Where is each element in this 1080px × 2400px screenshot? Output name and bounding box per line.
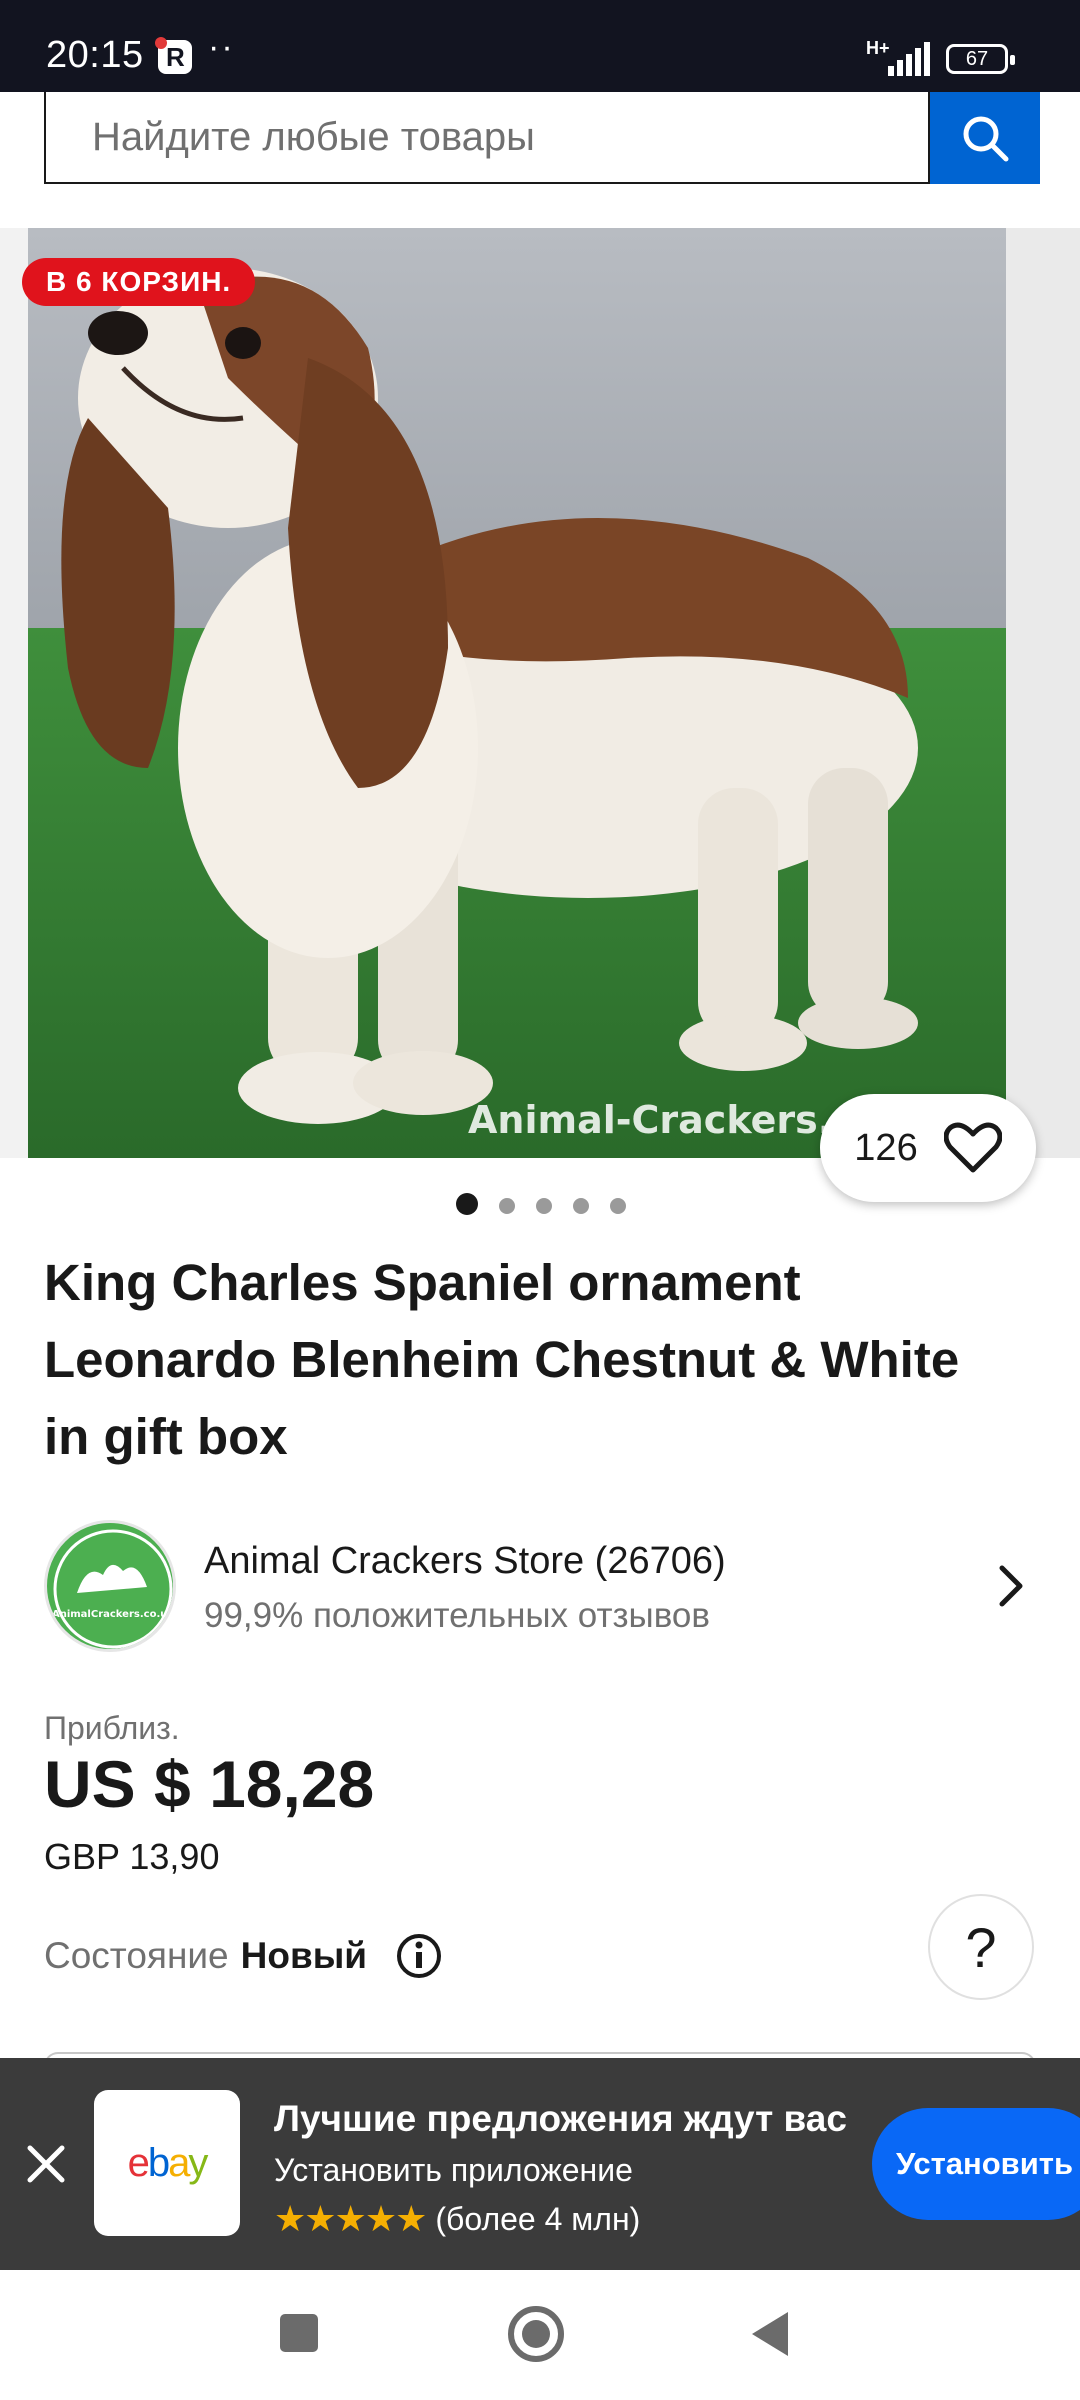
banner-subtitle: Установить приложение — [274, 2152, 633, 2188]
app-install-banner: ebay Лучшие предложения ждут вас Установ… — [0, 2058, 1080, 2270]
approx-label: Приблиз. — [44, 1710, 180, 1746]
image-gallery[interactable]: Animal-Crackers.c В 6 КОРЗИН. — [0, 228, 1080, 1158]
price-usd: US $ 18,28 — [44, 1747, 375, 1821]
help-button[interactable]: ? — [928, 1894, 1034, 2000]
status-time: 20:15 — [46, 34, 144, 76]
network-type: H+ — [866, 38, 890, 58]
condition-value: Новый — [240, 1935, 368, 1976]
seller-feedback: 99,9% положительных отзывов — [204, 1596, 710, 1635]
signal-icon — [888, 42, 930, 76]
search-icon — [963, 116, 1009, 162]
pagination-dot[interactable] — [499, 1197, 515, 1214]
rating-count: (более 4 млн) — [435, 2200, 641, 2237]
seller-logo: AnimalCrackers.co.uk — [44, 1520, 176, 1652]
ebay-logo: ebay — [94, 2090, 240, 2236]
app-rating: ★★★★★ (более 4 млн) — [274, 2198, 640, 2240]
product-photo[interactable]: Animal-Crackers.c — [28, 228, 1006, 1158]
search-input[interactable] — [44, 92, 930, 184]
search-button[interactable] — [930, 92, 1040, 184]
pagination-dot[interactable] — [456, 1193, 478, 1215]
pagination-dot[interactable] — [573, 1197, 589, 1214]
star-rating-icon: ★★★★★ — [274, 2198, 427, 2239]
system-nav-bar — [0, 2270, 1080, 2400]
close-icon[interactable] — [22, 2140, 70, 2188]
svg-text:AnimalCrackers.co.uk: AnimalCrackers.co.uk — [52, 1609, 174, 1620]
info-icon[interactable] — [395, 1932, 443, 1980]
next-photo-peek[interactable] — [1006, 228, 1080, 1158]
home-icon[interactable] — [508, 2306, 564, 2362]
app-notification-icon: R — [155, 37, 192, 74]
more-notifications-icon: ·· — [208, 28, 235, 66]
image-watermark: Animal-Crackers.c — [468, 1098, 855, 1142]
search-bar — [44, 92, 1040, 184]
seller-name: Animal Crackers Store (26706) — [204, 1540, 726, 1582]
recents-icon[interactable] — [280, 2314, 318, 2352]
in-baskets-badge: В 6 КОРЗИН. — [22, 258, 256, 306]
app-badge-letter: R — [166, 42, 185, 72]
battery-icon: 67 — [946, 44, 1015, 74]
watchlist-button[interactable]: 126 — [820, 1094, 1036, 1202]
spaniel-figurine-image: Animal-Crackers.c — [28, 228, 1006, 1158]
install-button[interactable]: Установить — [872, 2108, 1080, 2220]
status-bar: 20:15 R ·· H+ 67 — [0, 0, 1080, 92]
seller-card[interactable]: AnimalCrackers.co.uk Animal Crackers Sto… — [44, 1518, 1040, 1654]
pagination-dot[interactable] — [610, 1197, 626, 1214]
condition-label: Состояние — [44, 1935, 229, 1976]
heart-icon — [943, 1122, 1002, 1173]
banner-title: Лучшие предложения ждут вас — [274, 2098, 847, 2139]
price-gbp: GBP 13,90 — [44, 1836, 220, 1877]
item-title: King Charles Spaniel ornament Leonardo B… — [44, 1254, 960, 1465]
pagination-dot[interactable] — [536, 1197, 552, 1214]
back-icon[interactable] — [752, 2312, 788, 2356]
chevron-right-icon — [999, 1565, 1023, 1607]
condition-row: Состояние Новый — [44, 1932, 443, 1980]
watch-count: 126 — [854, 1126, 918, 1169]
